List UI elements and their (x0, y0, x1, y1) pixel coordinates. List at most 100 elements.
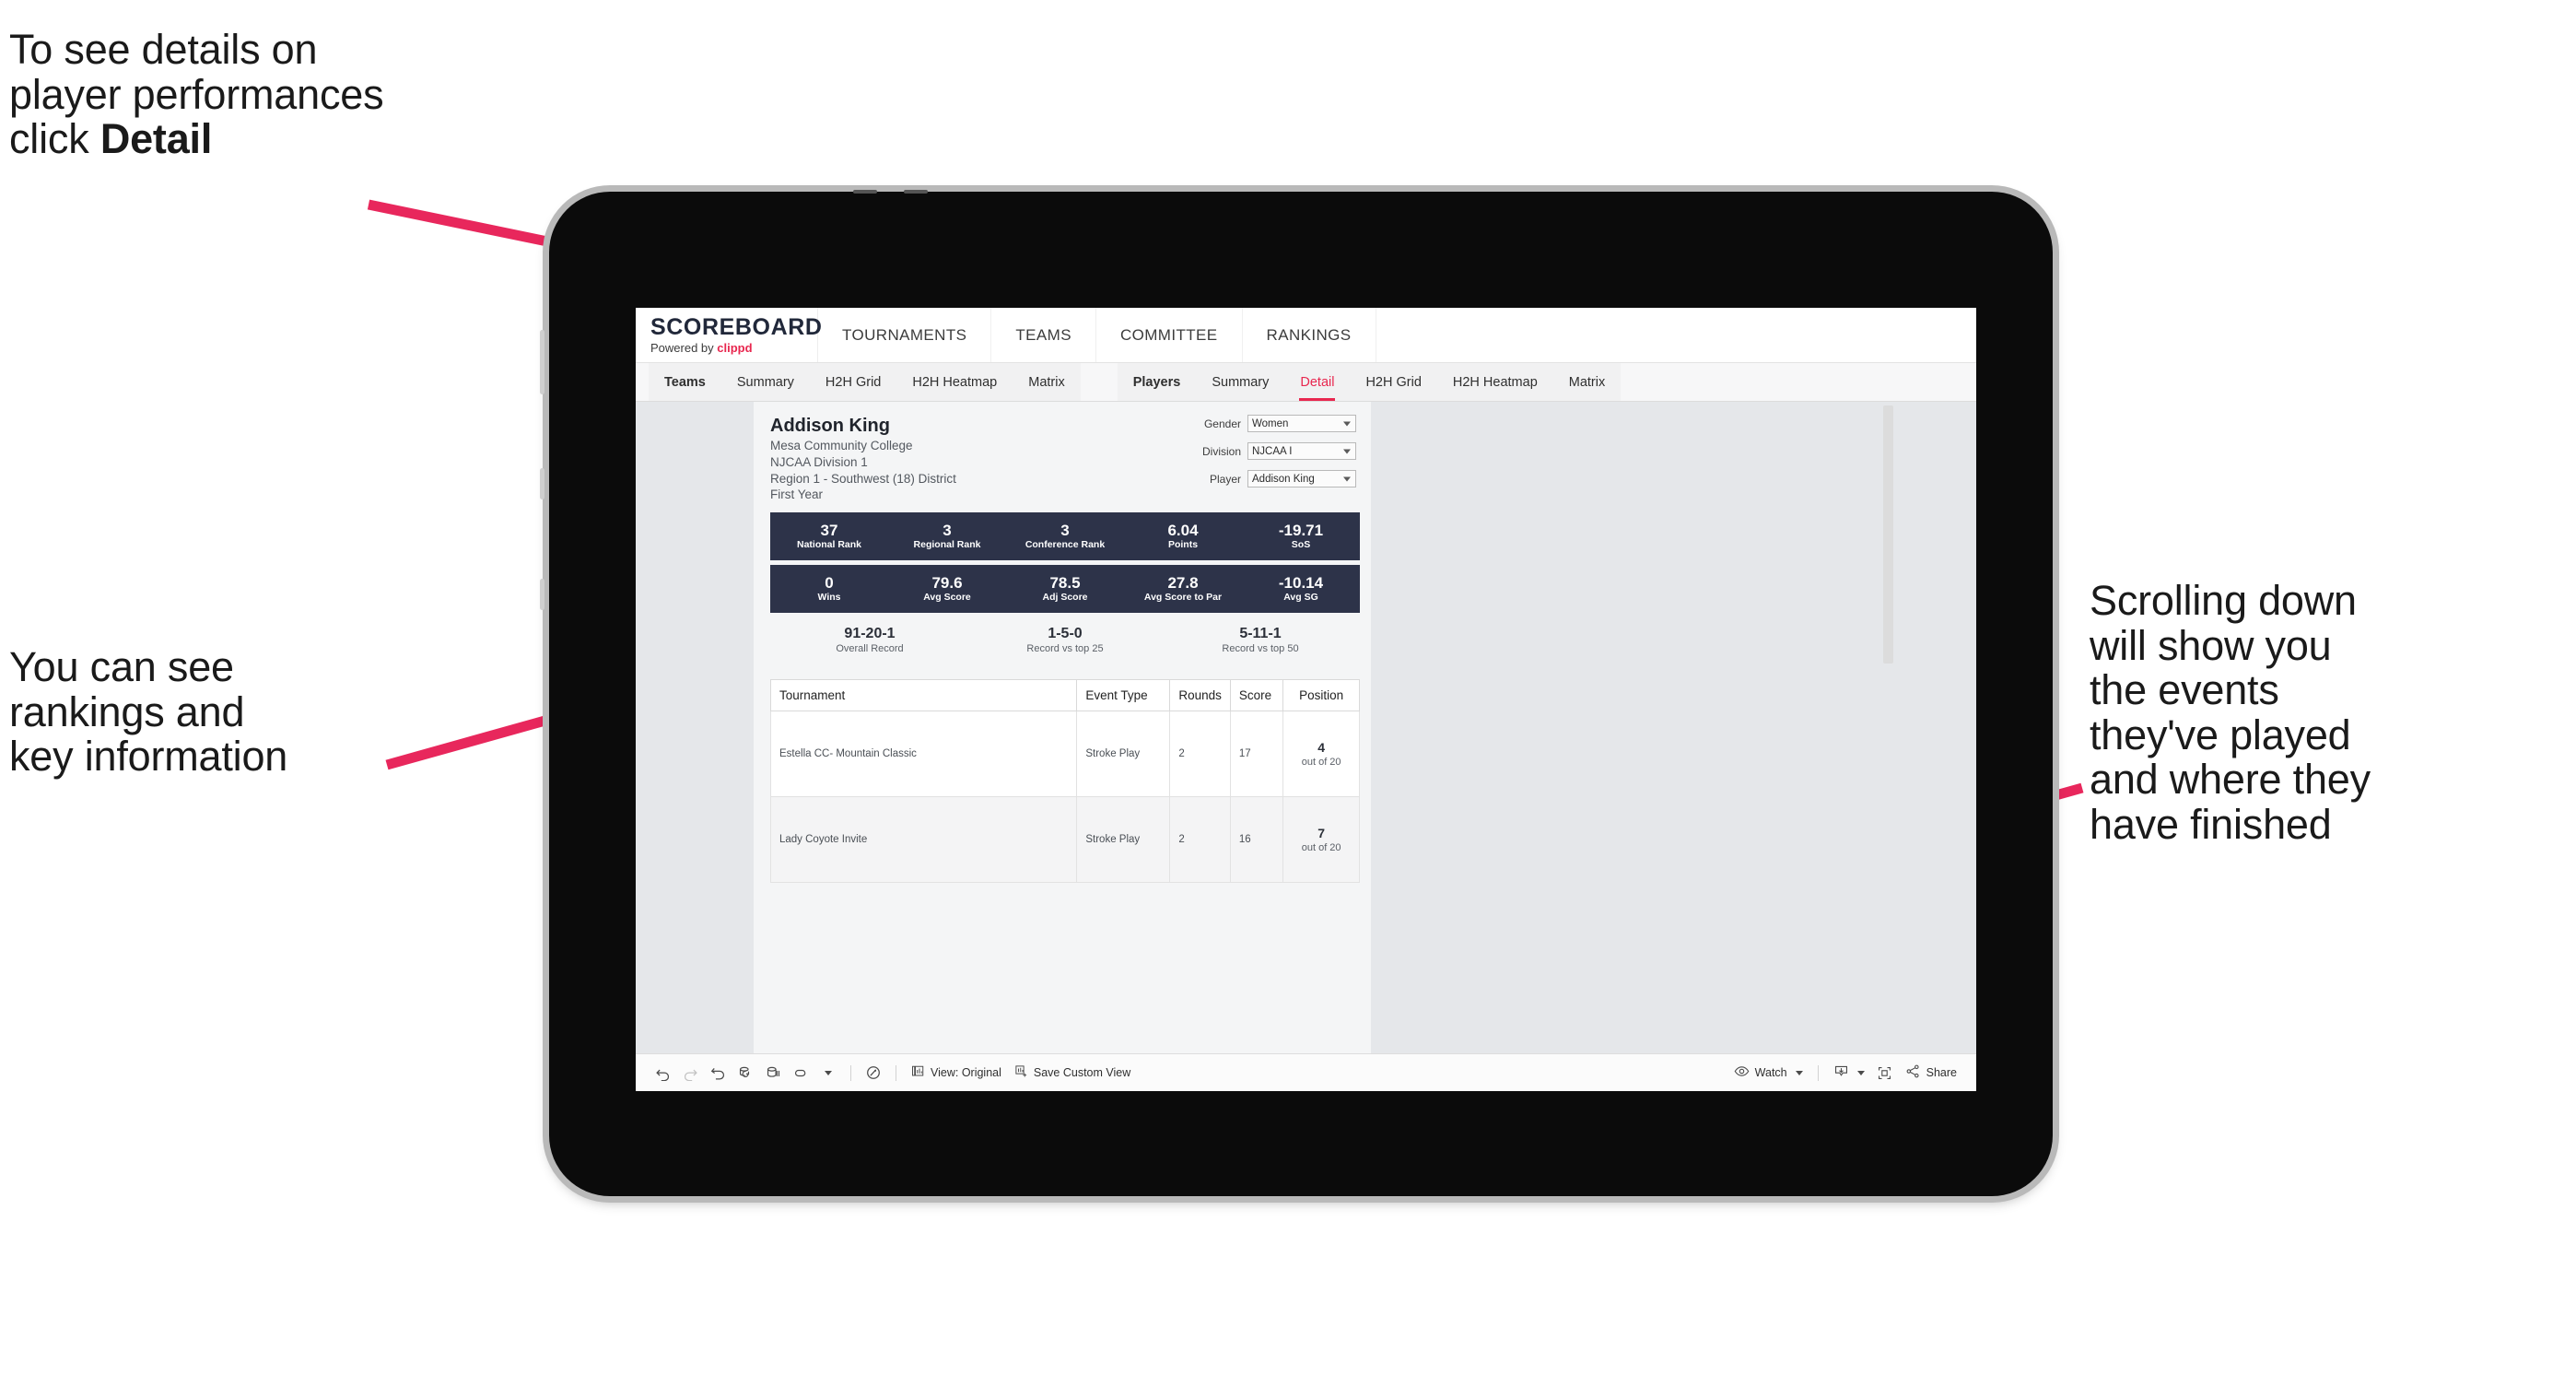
chevron-down-icon (1343, 476, 1351, 481)
filter-gender-label: Gender (1203, 417, 1241, 430)
stat-wins-label: Wins (817, 592, 841, 604)
cell-position-label: out of 20 (1301, 756, 1341, 768)
subnav-teams[interactable]: Teams (649, 363, 721, 401)
watch-button[interactable]: Watch (1727, 1059, 1809, 1086)
subnav-players-summary[interactable]: Summary (1196, 363, 1284, 401)
filter-gender-select[interactable]: Women (1247, 415, 1356, 432)
subnav-players-h2h-heatmap[interactable]: H2H Heatmap (1437, 363, 1553, 401)
volume-button-up[interactable] (540, 330, 544, 394)
speaker-grill-left (853, 190, 877, 194)
secondary-nav: Teams Summary H2H Grid H2H Heatmap Matri… (636, 363, 1976, 402)
eye-icon (1734, 1063, 1750, 1082)
stat-regional-rank-value: 3 (943, 521, 952, 539)
filter-division: Division NJCAA I (1185, 442, 1356, 460)
app-header: SCOREBOARD Powered by clippd TOURNAMENTS… (636, 308, 1976, 363)
table-header-row: Tournament Event Type Rounds Score Posit… (769, 678, 1360, 711)
tablet-device: SCOREBOARD Powered by clippd TOURNAMENTS… (540, 190, 2053, 1196)
cell-tournament: Lady Coyote Invite (769, 795, 1078, 883)
column-header-tournament[interactable]: Tournament (769, 678, 1078, 711)
view-original-button[interactable]: View: Original (905, 1059, 1008, 1086)
redo-icon[interactable] (676, 1059, 704, 1086)
subnav-teams-matrix[interactable]: Matrix (1013, 363, 1080, 401)
cell-tournament: Estella CC- Mountain Classic (769, 710, 1078, 797)
stat-avg-score-label: Avg Score (923, 592, 971, 604)
stats-band-scoring: 0 Wins 79.6 Avg Score 78.5 Adj Score 27.… (770, 565, 1360, 614)
stat-wins: 0 Wins (770, 574, 888, 605)
stat-avg-score-to-par-label: Avg Score to Par (1143, 592, 1223, 604)
annotation-click-detail-bold: Detail (100, 115, 213, 163)
subnav-players-h2h-grid[interactable]: H2H Grid (1350, 363, 1436, 401)
dashboard-scrollbar-thumb[interactable] (1883, 405, 1893, 664)
nav-item-teams[interactable]: TEAMS (991, 308, 1096, 362)
stat-national-rank-label: National Rank (796, 539, 861, 551)
brand-powered-prefix: Powered by (650, 341, 718, 355)
stat-national-rank: 37 National Rank (770, 522, 888, 552)
stat-conference-rank-label: Conference Rank (1025, 539, 1106, 551)
cell-position: 4 out of 20 (1282, 710, 1360, 797)
brand-logo[interactable]: SCOREBOARD Powered by clippd (636, 308, 823, 362)
share-button[interactable]: Share (1899, 1059, 1963, 1086)
volume-button-down[interactable] (540, 468, 544, 499)
save-custom-view-button[interactable]: Save Custom View (1008, 1059, 1137, 1086)
record-overall: 91-20-1 Overall Record (772, 625, 967, 657)
stat-sos-label: SoS (1291, 539, 1311, 551)
filter-player-select[interactable]: Addison King (1247, 470, 1356, 487)
tablet-screen: SCOREBOARD Powered by clippd TOURNAMENTS… (636, 308, 1976, 1091)
subnav-teams-h2h-heatmap[interactable]: H2H Heatmap (896, 363, 1013, 401)
table-row[interactable]: Estella CC- Mountain Classic Stroke Play… (769, 710, 1360, 797)
pause-auto-updates-icon[interactable] (759, 1059, 787, 1086)
cell-rounds: 2 (1169, 710, 1231, 797)
cell-event-type: Stroke Play (1076, 710, 1171, 797)
subnav-players-matrix[interactable]: Matrix (1553, 363, 1621, 401)
nav-item-tournaments[interactable]: TOURNAMENTS (818, 308, 992, 362)
refresh-data-icon[interactable] (732, 1059, 759, 1086)
revert-icon[interactable] (704, 1059, 732, 1086)
ask-data-icon[interactable] (860, 1059, 887, 1086)
cell-position-value: 7 (1317, 826, 1326, 841)
show-hide-cards-icon[interactable] (787, 1059, 814, 1086)
stat-wins-value: 0 (825, 573, 834, 592)
column-header-position[interactable]: Position (1282, 678, 1360, 711)
stat-national-rank-value: 37 (820, 521, 838, 539)
subnav-teams-summary[interactable]: Summary (721, 363, 810, 401)
filter-panel: Gender Women Division NJCAA I Player Add… (1185, 415, 1356, 498)
stat-avg-score-value: 79.6 (931, 573, 963, 592)
fullscreen-icon[interactable] (1871, 1059, 1899, 1086)
filter-division-select[interactable]: NJCAA I (1247, 442, 1356, 460)
subnav-players[interactable]: Players (1118, 363, 1197, 401)
canvas-left-padding (636, 402, 754, 1053)
nav-item-committee[interactable]: COMMITTEE (1096, 308, 1243, 362)
brand-title: SCOREBOARD (650, 314, 823, 340)
subnav-players-detail[interactable]: Detail (1284, 363, 1350, 401)
column-header-event-type[interactable]: Event Type (1076, 678, 1171, 711)
stat-sos-value: -19.71 (1278, 521, 1324, 539)
record-vs-top-50: 5-11-1 Record vs top 50 (1163, 625, 1358, 657)
filter-player-value: Addison King (1252, 473, 1315, 485)
save-custom-view-icon (1014, 1064, 1028, 1081)
nav-group-teams: Teams Summary H2H Grid H2H Heatmap Matri… (649, 363, 1081, 401)
stat-conference-rank-value: 3 (1060, 521, 1070, 539)
annotation-click-detail: To see details on player performances cl… (9, 27, 636, 163)
speaker-grill-right (904, 190, 928, 194)
stat-adj-score: 78.5 Adj Score (1006, 574, 1124, 605)
column-header-rounds[interactable]: Rounds (1169, 678, 1231, 711)
share-icon (1905, 1063, 1921, 1082)
filter-player: Player Addison King (1185, 470, 1356, 487)
cell-position: 7 out of 20 (1282, 795, 1360, 883)
chevron-down-icon[interactable] (814, 1059, 842, 1086)
subnav-teams-h2h-grid[interactable]: H2H Grid (810, 363, 896, 401)
power-button[interactable] (540, 579, 544, 610)
nav-item-rankings[interactable]: RANKINGS (1243, 308, 1376, 362)
stat-avg-score: 79.6 Avg Score (888, 574, 1006, 605)
stat-avg-sg-value: -10.14 (1278, 573, 1324, 592)
stat-adj-score-value: 78.5 (1049, 573, 1081, 592)
table-row[interactable]: Lady Coyote Invite Stroke Play 2 16 7 ou… (769, 795, 1360, 883)
download-button[interactable] (1827, 1059, 1871, 1086)
undo-icon[interactable] (649, 1059, 676, 1086)
column-header-score[interactable]: Score (1229, 678, 1284, 711)
cell-score: 16 (1229, 795, 1284, 883)
record-vs-top-25-label: Record vs top 25 (1026, 643, 1104, 655)
record-overall-value: 91-20-1 (844, 626, 896, 642)
cell-score: 17 (1229, 710, 1284, 797)
records-row: 91-20-1 Overall Record 1-5-0 Record vs t… (770, 625, 1360, 657)
